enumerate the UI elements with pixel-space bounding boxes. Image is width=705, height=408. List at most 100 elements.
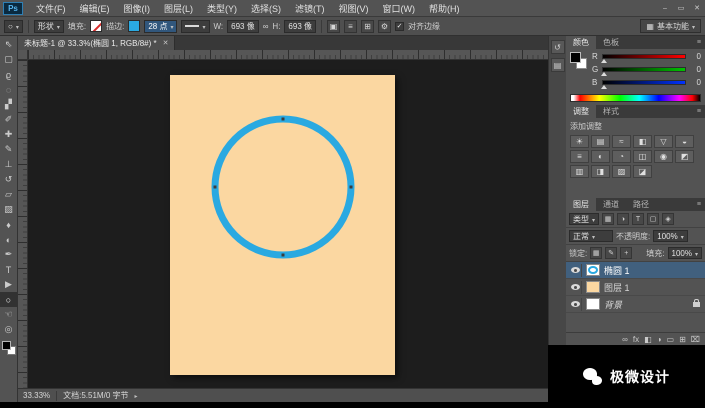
pixel-filter-icon[interactable]: ▦ bbox=[602, 213, 615, 225]
opacity-field[interactable]: 100% bbox=[653, 230, 688, 242]
path-operations-icon[interactable]: ▣ bbox=[327, 19, 340, 33]
foreground-color-swatch[interactable] bbox=[1, 341, 11, 350]
lock-position-icon[interactable]: + bbox=[620, 247, 633, 259]
blend-mode-select[interactable]: 正常 bbox=[569, 230, 613, 242]
history-brush-tool[interactable]: ↺ bbox=[0, 172, 17, 187]
panel-menu-icon[interactable]: ≡ bbox=[697, 198, 705, 211]
menu-select[interactable]: 选择(S) bbox=[244, 0, 288, 16]
tab-channels[interactable]: 通道 bbox=[596, 198, 626, 211]
tab-swatches[interactable]: 色板 bbox=[596, 36, 626, 49]
menu-filter[interactable]: 滤镜(T) bbox=[288, 0, 332, 16]
layer-thumbnail[interactable] bbox=[586, 281, 600, 293]
fill-field[interactable]: 100% bbox=[667, 247, 702, 259]
anchor-point-left[interactable] bbox=[213, 185, 217, 189]
type-tool[interactable]: T bbox=[0, 262, 17, 277]
crop-tool[interactable]: ▞ bbox=[0, 97, 17, 112]
stroke-swatch[interactable] bbox=[128, 20, 141, 32]
layer-row-ellipse[interactable]: 椭圆 1 bbox=[566, 262, 705, 279]
lock-transparency-icon[interactable]: ▦ bbox=[590, 247, 603, 259]
slider-thumb[interactable] bbox=[601, 72, 607, 76]
close-tab-icon[interactable]: ✕ bbox=[163, 39, 169, 47]
color-spectrum-ramp[interactable] bbox=[570, 94, 701, 102]
lock-pixels-icon[interactable]: ✎ bbox=[605, 247, 618, 259]
document-tab[interactable]: 未标题-1 @ 33.3%(椭圆 1, RGB/8#) * ✕ bbox=[18, 36, 176, 50]
height-field[interactable]: 693 像 bbox=[284, 19, 316, 33]
path-alignment-icon[interactable]: ≡ bbox=[344, 19, 357, 33]
zoom-level-field[interactable]: 33.33% bbox=[23, 391, 50, 400]
layer-name[interactable]: 椭圆 1 bbox=[604, 264, 702, 277]
color-lookup-icon[interactable]: ◉ bbox=[654, 150, 673, 163]
delete-layer-icon[interactable]: ⌧ bbox=[691, 335, 700, 344]
lasso-tool[interactable]: ϱ bbox=[0, 67, 17, 82]
workspace-switcher[interactable]: ▦ 基本功能 bbox=[640, 19, 701, 33]
link-dimensions-icon[interactable]: ∞ bbox=[263, 22, 269, 31]
close-button[interactable]: ✕ bbox=[689, 0, 705, 16]
posterize-icon[interactable]: ▥ bbox=[570, 165, 589, 178]
anchor-point-bottom[interactable] bbox=[281, 253, 285, 257]
tab-color[interactable]: 颜色 bbox=[566, 36, 596, 49]
green-slider[interactable] bbox=[601, 67, 686, 76]
dodge-tool[interactable]: ◐ bbox=[0, 232, 17, 247]
slider-thumb[interactable] bbox=[601, 85, 607, 89]
invert-icon[interactable]: ◩ bbox=[675, 150, 694, 163]
properties-panel-icon[interactable]: ▤ bbox=[550, 58, 565, 72]
new-group-icon[interactable]: ▭ bbox=[667, 335, 675, 344]
hue-saturation-icon[interactable]: ◒ bbox=[675, 135, 694, 148]
panel-menu-icon[interactable]: ≡ bbox=[697, 36, 705, 49]
eyedropper-tool[interactable]: ✐ bbox=[0, 112, 17, 127]
layer-name[interactable]: 图层 1 bbox=[604, 281, 702, 294]
foreground-color-swatch[interactable] bbox=[570, 52, 581, 63]
pen-tool[interactable]: ✒ bbox=[0, 247, 17, 262]
layer-thumbnail[interactable] bbox=[586, 298, 600, 310]
channel-mixer-icon[interactable]: ◫ bbox=[633, 150, 652, 163]
threshold-icon[interactable]: ◨ bbox=[591, 165, 610, 178]
gradient-tool[interactable]: ▨ bbox=[0, 202, 17, 217]
path-selection-tool[interactable]: ▶ bbox=[0, 277, 17, 292]
type-filter-icon[interactable]: T bbox=[632, 213, 645, 225]
visibility-toggle[interactable] bbox=[569, 280, 582, 294]
horizontal-ruler[interactable] bbox=[28, 50, 548, 60]
photo-filter-icon[interactable]: ◔ bbox=[612, 150, 631, 163]
vibrance-icon[interactable]: ▽ bbox=[654, 135, 673, 148]
tab-layers[interactable]: 图层 bbox=[566, 198, 596, 211]
anchor-point-top[interactable] bbox=[281, 117, 285, 121]
zoom-tool[interactable]: ◎ bbox=[0, 322, 17, 337]
menu-file[interactable]: 文件(F) bbox=[29, 0, 73, 16]
eraser-tool[interactable]: ▱ bbox=[0, 187, 17, 202]
red-slider[interactable] bbox=[601, 54, 686, 63]
align-edges-checkbox[interactable]: ✓ bbox=[395, 21, 404, 31]
black-white-icon[interactable]: ◐ bbox=[591, 150, 610, 163]
hand-tool[interactable]: ☜ bbox=[0, 307, 17, 322]
menu-window[interactable]: 窗口(W) bbox=[376, 0, 423, 16]
smart-object-filter-icon[interactable]: ◈ bbox=[662, 213, 675, 225]
selective-color-icon[interactable]: ◪ bbox=[633, 165, 652, 178]
layer-mask-icon[interactable]: ◧ bbox=[644, 335, 652, 344]
quick-selection-tool[interactable]: ◌ bbox=[0, 82, 17, 97]
tab-paths[interactable]: 路径 bbox=[626, 198, 656, 211]
new-layer-icon[interactable]: ⊞ bbox=[679, 335, 686, 344]
layer-filter-select[interactable]: 类型 bbox=[569, 213, 600, 225]
visibility-toggle[interactable] bbox=[569, 263, 582, 277]
stroke-type-select[interactable] bbox=[181, 19, 210, 33]
blue-slider[interactable] bbox=[601, 80, 686, 89]
minimize-button[interactable]: – bbox=[657, 0, 673, 16]
tab-styles[interactable]: 样式 bbox=[596, 105, 626, 118]
stroke-width-field[interactable]: 28 点 bbox=[144, 19, 178, 33]
document-canvas[interactable] bbox=[170, 75, 395, 375]
path-arrange-icon[interactable]: ⊞ bbox=[361, 19, 374, 33]
healing-brush-tool[interactable]: ✚ bbox=[0, 127, 17, 142]
clone-stamp-tool[interactable]: ⊥ bbox=[0, 157, 17, 172]
levels-icon[interactable]: ▤ bbox=[591, 135, 610, 148]
slider-thumb[interactable] bbox=[601, 59, 607, 63]
menu-help[interactable]: 帮助(H) bbox=[422, 0, 467, 16]
link-layers-icon[interactable]: ∞ bbox=[622, 335, 628, 344]
menu-view[interactable]: 视图(V) bbox=[332, 0, 376, 16]
shape-filter-icon[interactable]: ▢ bbox=[647, 213, 660, 225]
menu-edit[interactable]: 编辑(E) bbox=[73, 0, 117, 16]
color-swatches-mini[interactable] bbox=[570, 52, 587, 69]
history-panel-icon[interactable]: ↺ bbox=[550, 40, 565, 54]
color-swatches[interactable] bbox=[1, 341, 16, 355]
color-balance-icon[interactable]: ≡ bbox=[570, 150, 589, 163]
width-field[interactable]: 693 像 bbox=[227, 19, 259, 33]
layer-style-icon[interactable]: fx bbox=[633, 335, 639, 344]
